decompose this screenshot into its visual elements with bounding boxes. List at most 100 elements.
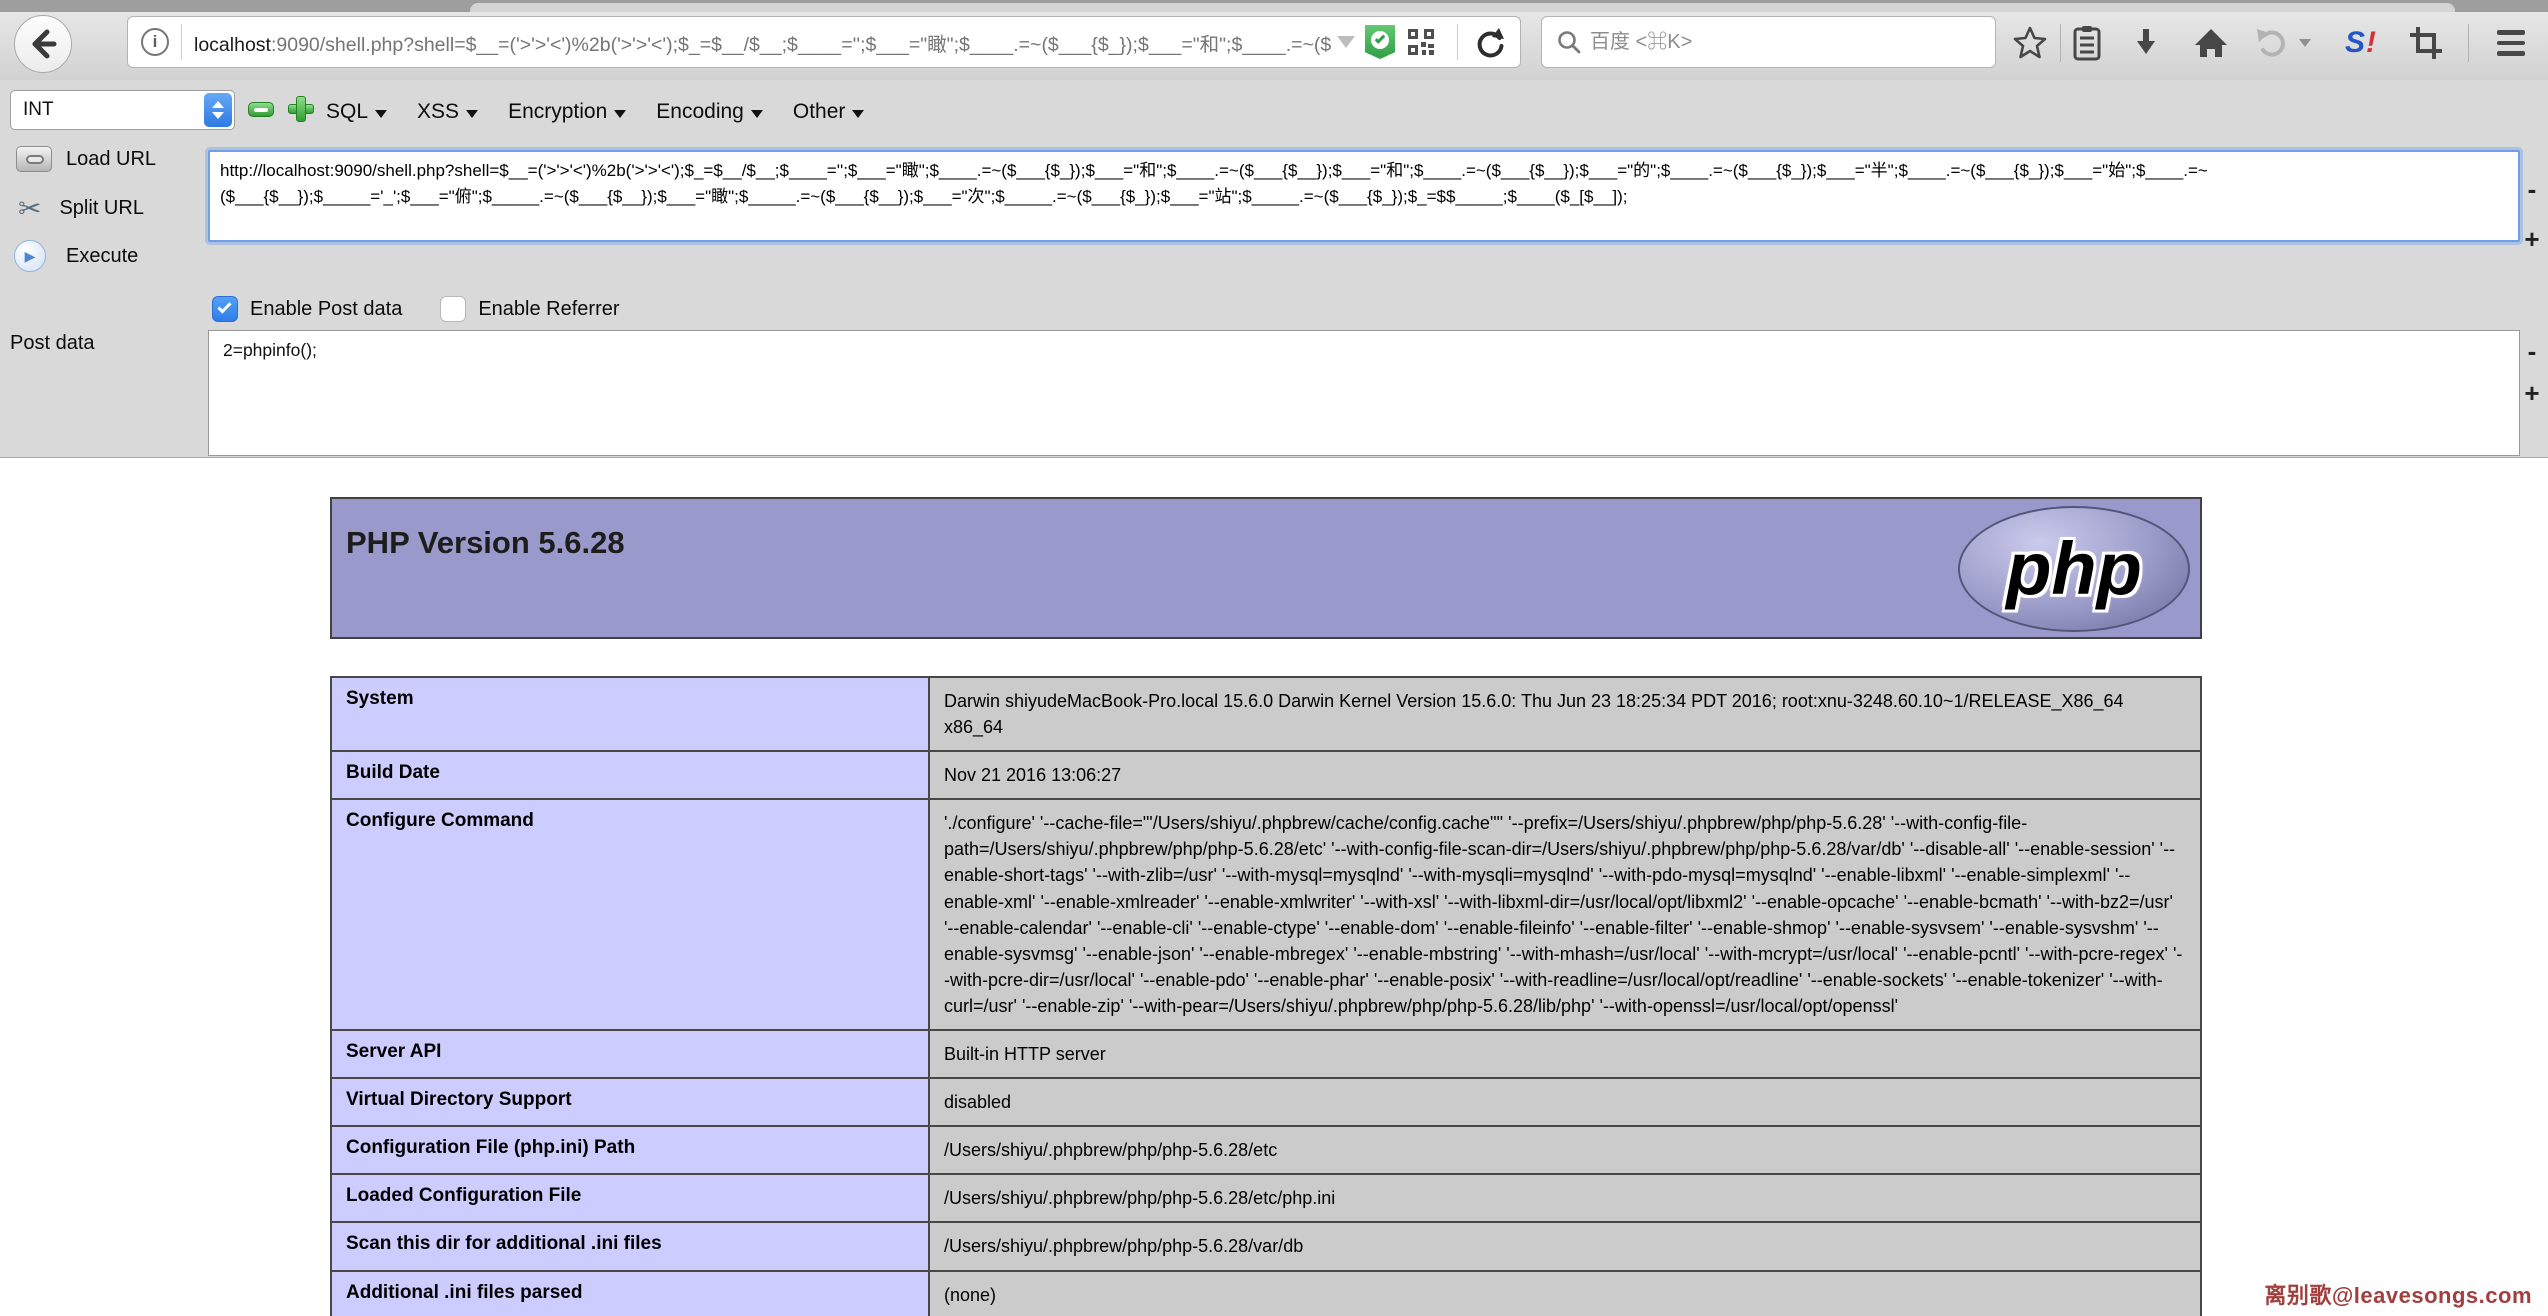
table-row: Loaded Configuration File /Users/shiyu/.… [332,1173,2200,1222]
execute-label: Execute [66,244,139,267]
browser-chrome: i localhost:9090/shell.php?shell=$__=('>… [0,0,2548,458]
undo-button[interactable] [2250,22,2292,64]
row-value: /Users/shiyu/.phpbrew/php/php-5.6.28/etc… [930,1175,2200,1222]
load-url-button[interactable]: Load URL [16,146,156,172]
execute-button[interactable]: ▶ Execute [14,240,138,272]
bookmarks-list-button[interactable] [2066,22,2108,64]
url-text[interactable]: localhost:9090/shell.php?shell=$__=('>'>… [194,28,1331,57]
info-icon[interactable]: i [141,28,169,56]
menu-encryption[interactable]: Encryption [508,100,627,124]
post-data-textarea[interactable]: 2=phpinfo(); [208,330,2520,456]
extension-s-button[interactable]: S! [2340,22,2382,64]
select-stepper-icon [204,93,232,127]
row-value: /Users/shiyu/.phpbrew/php/php-5.6.28/etc [930,1127,2200,1174]
post-data-label: Post data [10,332,95,354]
info-glyph: i [152,32,158,51]
crop-icon [2410,27,2442,59]
phpinfo-table: System Darwin shiyudeMacBook-Pro.local 1… [330,676,2202,1316]
chevron-down-icon [750,109,763,118]
phpinfo-container: PHP Version 5.6.28 php System Darwin shi… [330,497,2202,1316]
chevron-down-icon [2299,39,2311,47]
table-row: Additional .ini files parsed (none) [332,1269,2200,1316]
grow-url-area-button[interactable]: + [2520,226,2544,252]
url-path: :9090/shell.php?shell=$__=('>'>'<')%2b('… [270,33,1331,56]
star-icon [2013,26,2047,59]
qr-code-icon[interactable] [1407,28,1435,56]
php-version-title: PHP Version 5.6.28 [346,525,625,560]
toolbar-divider [2060,24,2061,62]
menu-other[interactable]: Other [793,100,865,124]
row-value: (none) [930,1271,2200,1316]
home-icon [2195,29,2227,57]
table-row: Server API Built-in HTTP server [332,1029,2200,1078]
enable-post-data-label: Enable Post data [250,297,403,320]
row-value: disabled [930,1079,2200,1126]
row-label: Scan this dir for additional .ini files [332,1223,930,1270]
table-row: Configuration File (php.ini) Path /Users… [332,1125,2200,1174]
enable-referrer-checkbox[interactable] [440,296,467,322]
decrease-font-button[interactable] [248,102,274,117]
table-row: Build Date Nov 21 2016 13:06:27 [332,750,2200,799]
search-bar[interactable] [1541,16,1996,68]
hackbar-url-textarea[interactable]: http://localhost:9090/shell.php?shell=$_… [208,150,2520,242]
row-label: Server API [332,1031,930,1078]
increase-font-button[interactable] [288,96,314,122]
download-icon [2137,29,2155,54]
row-label: Loaded Configuration File [332,1175,930,1222]
url-dropdown-icon[interactable] [1337,36,1355,48]
enable-referrer-label: Enable Referrer [478,297,620,320]
url-host: localhost [194,33,271,56]
split-url-label: Split URL [59,197,144,219]
menu-xss[interactable]: XSS [417,100,479,124]
url-bar[interactable]: i localhost:9090/shell.php?shell=$__=('>… [127,16,1521,68]
page-content: PHP Version 5.6.28 php System Darwin shi… [0,459,2548,1316]
active-tab[interactable] [470,3,2455,12]
home-button[interactable] [2190,22,2232,64]
screenshot-crop-button[interactable] [2405,22,2447,64]
load-url-icon [16,146,52,172]
menu-sql[interactable]: SQL [326,100,388,124]
table-row: Virtual Directory Support disabled [332,1077,2200,1126]
row-label: Build Date [332,752,930,799]
row-value: Darwin shiyudeMacBook-Pro.local 15.6.0 D… [930,678,2200,751]
table-row: System Darwin shiyudeMacBook-Pro.local 1… [332,678,2200,751]
shrink-post-area-button[interactable]: - [2520,338,2544,364]
scissors-icon: ✂ [18,193,42,224]
check-icon [217,299,232,314]
chevron-down-icon [466,109,479,118]
menu-button[interactable] [2490,22,2532,64]
shrink-url-area-button[interactable]: - [2520,176,2544,202]
enable-post-data-checkbox[interactable] [212,296,238,322]
row-label: Additional .ini files parsed [332,1271,930,1316]
table-row: Configure Command './configure' '--cache… [332,798,2200,1030]
tab-strip [0,0,2548,12]
clipboard-icon [2073,26,2101,61]
undo-dropdown-button[interactable] [2293,22,2317,64]
row-value: /Users/shiyu/.phpbrew/php/php-5.6.28/var… [930,1223,2200,1270]
reload-icon[interactable] [1472,25,1506,59]
load-url-label: Load URL [66,147,157,170]
navigation-toolbar: i localhost:9090/shell.php?shell=$__=('>… [0,12,2548,80]
table-row: Scan this dir for additional .ini files … [332,1221,2200,1270]
s-extension-icon: S! [2344,26,2377,59]
charset-select[interactable]: INT [10,90,235,130]
row-value: Built-in HTTP server [930,1031,2200,1078]
charset-select-value: INT [23,99,54,120]
toolbar-divider-2 [2468,24,2469,62]
chevron-down-icon [852,109,865,118]
search-input[interactable] [1588,29,1995,55]
hackbar-menubar: INT SQL XSS Encryption Encoding Other [0,88,2548,136]
bookmark-star-button[interactable] [2009,22,2051,64]
row-label: Configuration File (php.ini) Path [332,1127,930,1174]
grow-post-area-button[interactable]: + [2520,380,2544,406]
security-shield-icon[interactable] [1365,25,1395,59]
search-icon [1558,31,1581,54]
back-button[interactable] [14,15,72,73]
downloads-button[interactable] [2125,22,2167,64]
split-url-button[interactable]: ✂ Split URL [18,192,144,225]
browser-window: i localhost:9090/shell.php?shell=$__=('>… [0,0,2548,1316]
undo-arrow-icon [2257,29,2285,57]
menu-encoding[interactable]: Encoding [656,100,763,124]
url-bar-divider-2 [1457,24,1458,60]
phpinfo-header: PHP Version 5.6.28 php [330,497,2202,639]
